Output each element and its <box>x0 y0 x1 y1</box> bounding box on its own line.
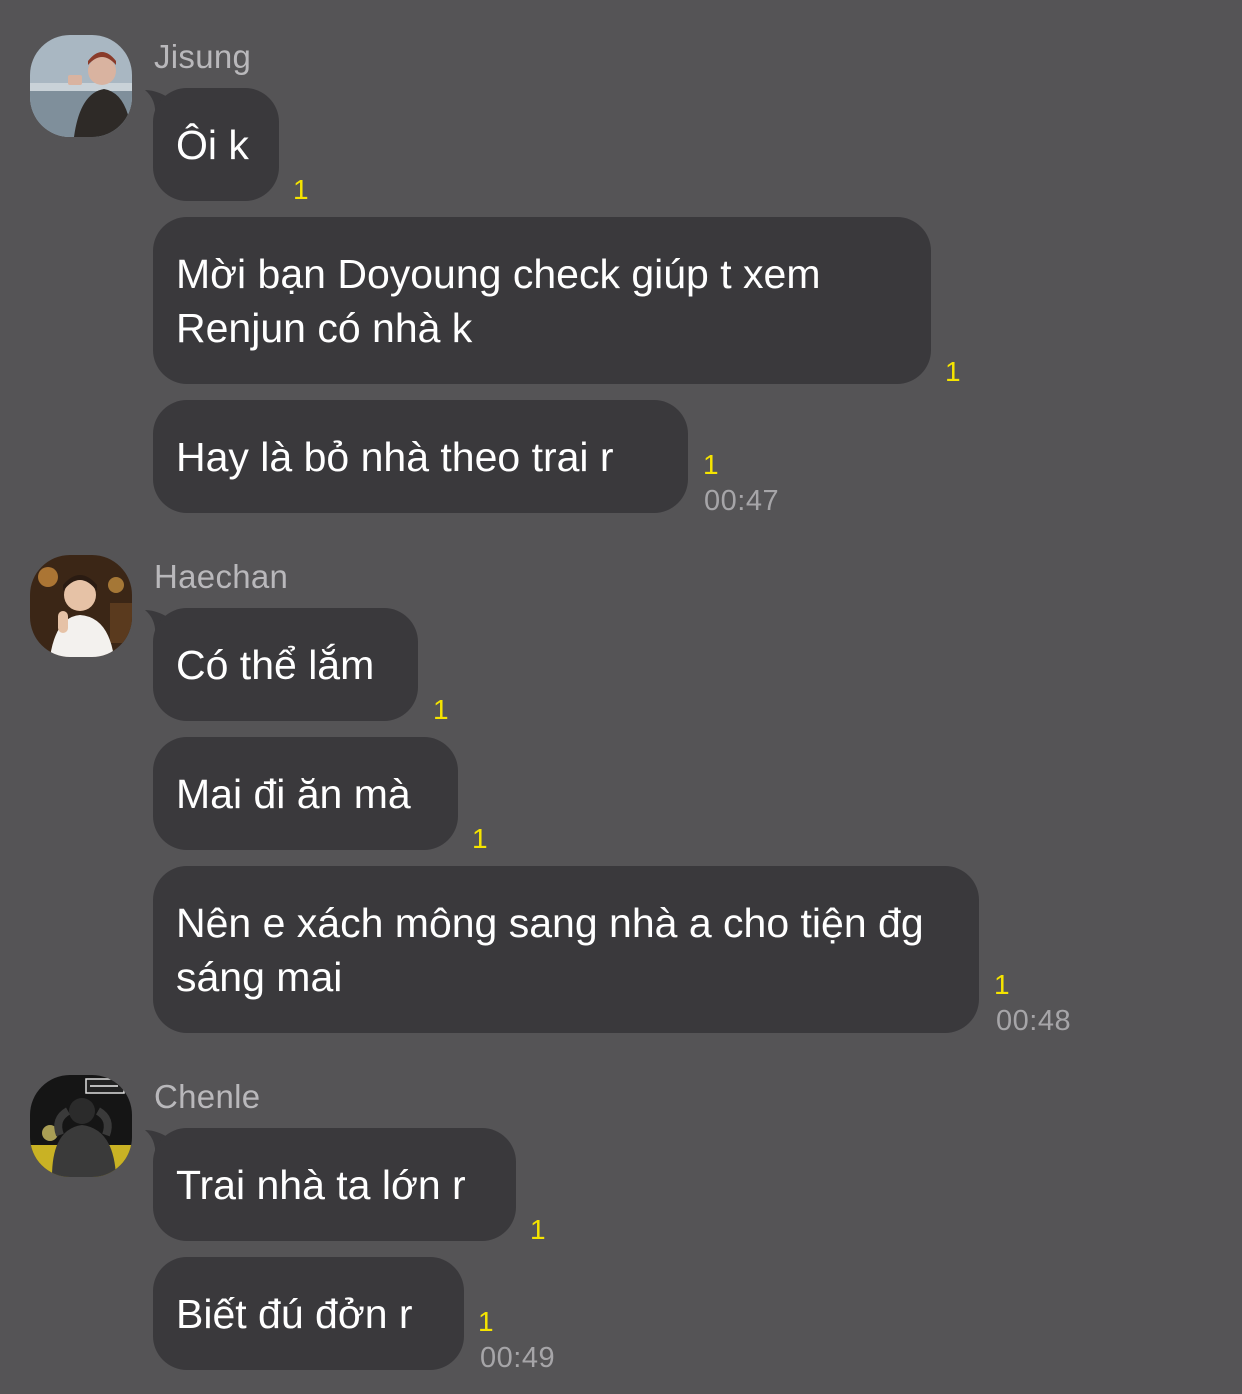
message-text: Ôi k <box>176 121 249 168</box>
unread-count: 1 <box>945 356 961 387</box>
unread-count: 1 <box>530 1214 546 1245</box>
message-timestamp: 00:47 <box>704 485 780 517</box>
unread-count: 1 <box>472 823 488 854</box>
message-timestamp: 00:48 <box>996 1005 1072 1037</box>
sender-name: Chenle <box>154 1078 261 1115</box>
message-text: Mời bạn Doyoung check giúp t xem Renjun … <box>176 251 821 351</box>
avatar-chenle[interactable] <box>30 1075 132 1177</box>
sender-name: Haechan <box>154 558 289 595</box>
message-bubble[interactable]: Có thể lắm <box>153 608 418 721</box>
avatar-photo-icon <box>30 1075 132 1177</box>
unread-count: 1 <box>703 449 719 480</box>
sender-name: Jisung <box>154 38 252 75</box>
message-text: Nên e xách mông sang nhà a cho tiện đg s… <box>176 900 924 1000</box>
unread-count: 1 <box>994 969 1010 1000</box>
message-bubble[interactable]: Mai đi ăn mà <box>153 737 458 850</box>
unread-count: 1 <box>433 694 449 725</box>
avatar-jisung[interactable] <box>30 35 132 137</box>
unread-count: 1 <box>478 1306 494 1337</box>
message-bubble[interactable]: Nên e xách mông sang nhà a cho tiện đg s… <box>153 866 979 1033</box>
message-text: Có thể lắm <box>176 641 375 688</box>
message-text: Trai nhà ta lớn r <box>176 1161 466 1208</box>
message-bubble[interactable]: Ôi k <box>153 88 279 201</box>
avatar-photo-icon <box>30 35 132 137</box>
message-bubble[interactable]: Biết đú đởn r <box>153 1257 464 1370</box>
message-text: Hay là bỏ nhà theo trai r <box>176 433 614 480</box>
unread-count: 1 <box>293 174 309 205</box>
message-bubble[interactable]: Hay là bỏ nhà theo trai r <box>153 400 688 513</box>
message-text: Biết đú đởn r <box>176 1290 413 1337</box>
message-bubble[interactable]: Mời bạn Doyoung check giúp t xem Renjun … <box>153 217 931 384</box>
message-text: Mai đi ăn mà <box>176 770 411 817</box>
message-timestamp: 00:49 <box>480 1342 556 1374</box>
avatar-haechan[interactable] <box>30 555 132 657</box>
avatar-photo-icon <box>30 555 132 657</box>
message-bubble[interactable]: Trai nhà ta lớn r <box>153 1128 516 1241</box>
